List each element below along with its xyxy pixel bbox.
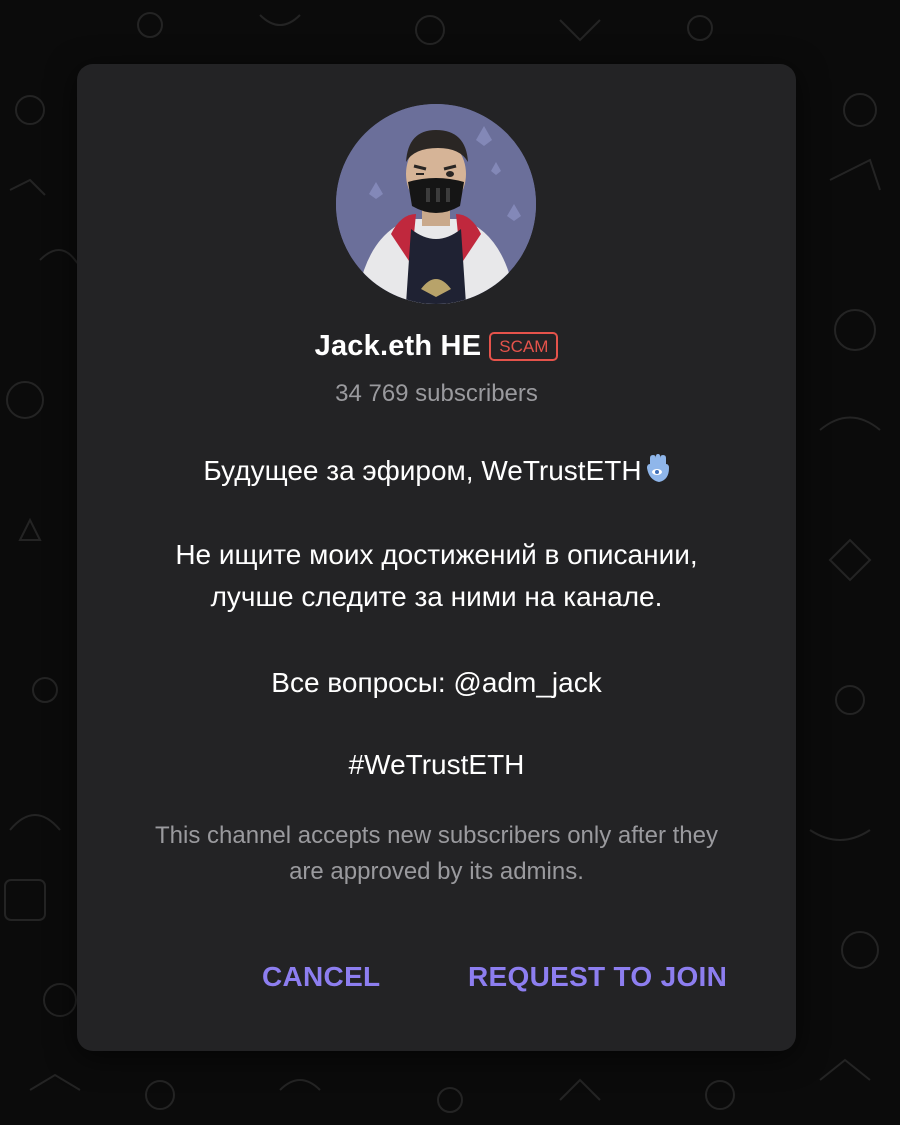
approval-note-line-1: This channel accepts new subscribers onl… [155,822,718,849]
approval-note-line-2: are approved by its admins. [289,858,584,885]
channel-avatar [336,104,536,304]
channel-name: Jack.eth HE [314,330,482,362]
cancel-button[interactable]: CANCEL [262,961,380,993]
request-to-join-button[interactable]: REQUEST TO JOIN [468,961,727,993]
description-line-1: Будущее за эфиром, WeTrustETH [107,450,766,496]
description-line-2b: лучше следите за ними на канале. [210,581,663,612]
scam-badge: SCAM [489,332,559,361]
description-text: Будущее за эфиром, WeTrustETH [203,455,642,486]
subscriber-count: 34 769 subscribers [335,380,538,407]
channel-title-row: Jack.eth HE SCAM [77,330,796,363]
hamsa-hand-icon [644,454,670,496]
approval-note: This channel accepts new subscribers onl… [97,818,776,890]
join-channel-dialog: Jack.eth HE SCAM 34 769 subscribers Буду… [77,64,796,1051]
masked-man-avatar-icon [336,104,536,304]
description-line-2a: Не ищите моих достижений в описании, [175,539,698,570]
description-line-3: Все вопросы: @adm_jack [271,667,602,698]
description-line-4: #WeTrustETH [348,749,525,780]
